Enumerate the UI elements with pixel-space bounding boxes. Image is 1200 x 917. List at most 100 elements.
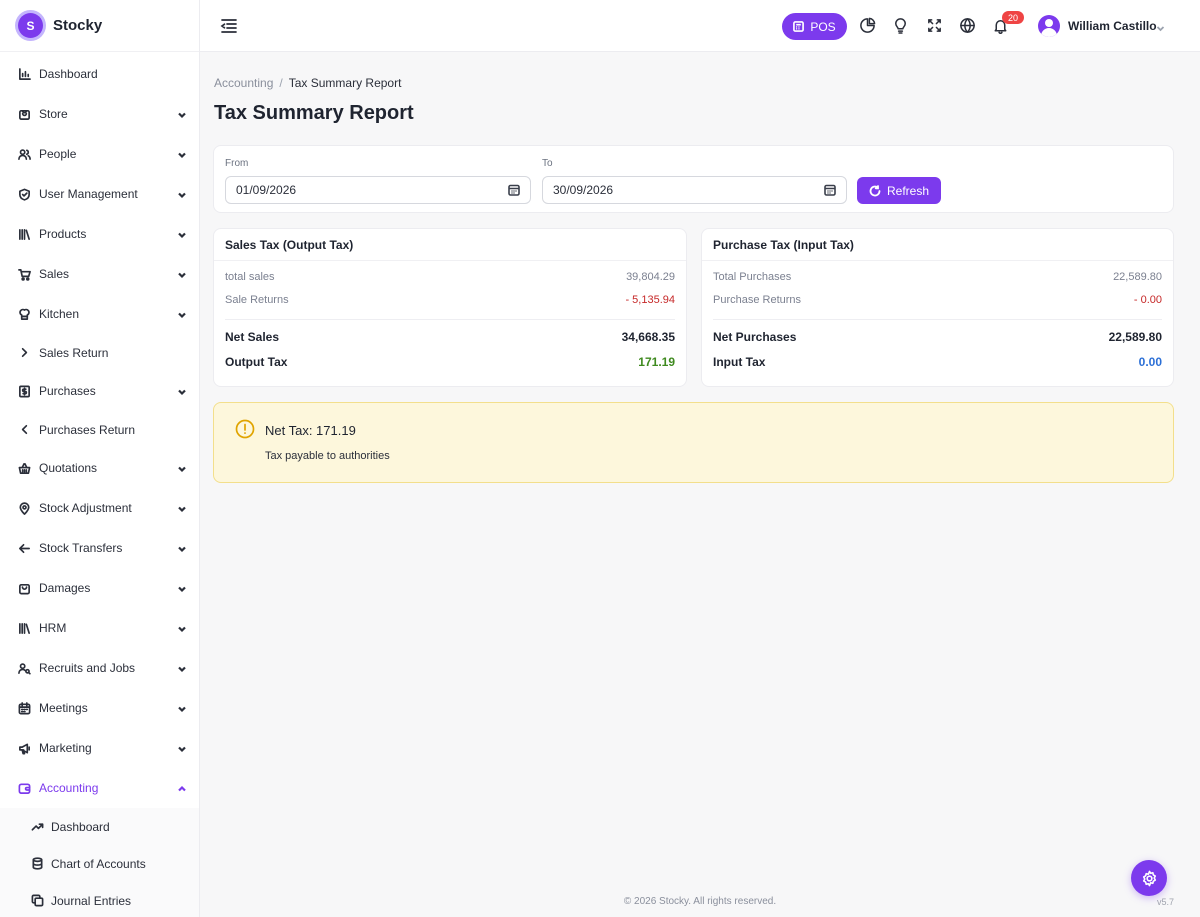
row-value: - 0.00 — [1133, 294, 1162, 306]
sidebar-item-quotations[interactable]: Quotations — [0, 448, 199, 488]
net-purchases-row: Net Purchases 22,589.80 — [713, 330, 1162, 344]
to-label: To — [542, 158, 553, 169]
sidebar-item-stock-adjustment[interactable]: Stock Adjustment — [0, 488, 199, 528]
library-icon — [17, 621, 31, 635]
sidebar-item-hrm[interactable]: HRM — [0, 608, 199, 648]
refresh-button[interactable]: Refresh — [857, 177, 941, 204]
refresh-icon — [869, 184, 881, 196]
sidebar-item-label: Quotations — [39, 461, 98, 475]
sidebar-item-store[interactable]: Store — [0, 94, 199, 134]
row-label: Total Purchases — [713, 271, 792, 283]
sidebar-subitem-label: Journal Entries — [51, 893, 132, 908]
sidebar-item-label: Dashboard — [39, 67, 98, 81]
cart-icon — [17, 267, 31, 281]
chevron-down-icon — [177, 109, 187, 119]
breadcrumb-parent[interactable]: Accounting — [214, 76, 273, 90]
chevron-up-icon — [177, 783, 187, 793]
row-label: Sale Returns — [225, 294, 289, 306]
sidebar-nav: Dashboard Store People User Management P… — [0, 52, 199, 917]
chevron-down-icon — [177, 663, 187, 673]
sidebar-item-accounting[interactable]: Accounting — [0, 768, 199, 808]
calendar-icon[interactable] — [508, 184, 520, 196]
pos-icon — [793, 21, 805, 32]
table-row: Sale Returns - 5,135.94 — [225, 294, 675, 306]
chevron-down-icon[interactable] — [1156, 22, 1165, 32]
net-sales-row: Net Sales 34,668.35 — [225, 330, 675, 344]
store-icon — [17, 107, 31, 121]
accounting-submenu: Dashboard Chart of Accounts Journal Entr… — [0, 808, 199, 917]
net-tax-alert: Net Tax: 171.19 Tax payable to authoriti… — [213, 402, 1174, 483]
input-tax-label: Input Tax — [713, 355, 766, 369]
sidebar-item-label: HRM — [39, 621, 67, 635]
breadcrumb-current: Tax Summary Report — [288, 76, 402, 90]
chevron-down-icon — [177, 229, 187, 239]
pie-chart-icon[interactable] — [859, 17, 877, 35]
breadcrumb: Accounting / Tax Summary Report — [214, 76, 401, 90]
purchase-tax-card: Purchase Tax (Input Tax) Total Purchases… — [701, 228, 1174, 387]
sidebar-item-stock-transfers[interactable]: Stock Transfers — [0, 528, 199, 568]
sidebar-subitem-label: Chart of Accounts — [51, 856, 146, 871]
sidebar-item-recruits-and-jobs[interactable]: Recruits and Jobs — [0, 648, 199, 688]
bag-icon — [17, 581, 31, 595]
table-row: Total Purchases 22,589.80 — [713, 271, 1162, 283]
menu-toggle-icon[interactable] — [220, 17, 238, 35]
sidebar-item-label: Store — [39, 107, 68, 121]
lightbulb-icon[interactable] — [892, 17, 910, 35]
row-value: 39,804.29 — [626, 271, 675, 283]
version-label: v5.7 — [1157, 897, 1175, 907]
sidebar-item-kitchen[interactable]: Kitchen — [0, 294, 199, 334]
avatar[interactable] — [1038, 15, 1060, 37]
sidebar-item-marketing[interactable]: Marketing — [0, 728, 199, 768]
arrow-left-icon — [17, 541, 31, 555]
sidebar-item-damages[interactable]: Damages — [0, 568, 199, 608]
topbar: POS 20 William Castillo — [200, 0, 1200, 52]
sidebar-item-meetings[interactable]: Meetings — [0, 688, 199, 728]
app-name: Stocky — [53, 17, 103, 34]
input-tax-row: Input Tax 0.00 — [713, 355, 1162, 369]
date-filter-card: From 01/09/2026 To 30/09/2026 Refresh — [213, 145, 1174, 213]
chevron-down-icon — [177, 703, 187, 713]
sidebar-item-purchases[interactable]: Purchases — [0, 371, 199, 411]
sidebar-item-label: Accounting — [39, 781, 99, 795]
users-icon — [17, 147, 31, 161]
from-label: From — [225, 158, 249, 169]
sidebar-item-people[interactable]: People — [0, 134, 199, 174]
sidebar-item-purchases-return[interactable]: Purchases Return — [0, 411, 199, 448]
sidebar-subitem-chart-of-accounts[interactable]: Chart of Accounts — [0, 845, 199, 882]
output-tax-row: Output Tax 171.19 — [225, 355, 675, 369]
sidebar-item-sales-return[interactable]: Sales Return — [0, 334, 199, 371]
shield-icon — [17, 187, 31, 201]
user-search-icon — [17, 661, 31, 675]
sidebar-item-products[interactable]: Products — [0, 214, 199, 254]
sidebar-item-dashboard[interactable]: Dashboard — [0, 54, 199, 94]
pos-label: POS — [810, 19, 836, 34]
chevron-down-icon — [177, 743, 187, 753]
sidebar-item-label: Meetings — [39, 701, 88, 715]
sidebar-subitem-dashboard[interactable]: Dashboard — [0, 808, 199, 845]
chevron-down-icon — [177, 189, 187, 199]
from-date-value: 01/09/2026 — [236, 183, 297, 197]
sidebar-item-label: Marketing — [39, 741, 92, 755]
sidebar-subitem-journal-entries[interactable]: Journal Entries — [0, 882, 199, 917]
brand[interactable]: S Stocky — [0, 0, 199, 52]
from-date-input[interactable]: 01/09/2026 — [225, 176, 531, 204]
calendar-icon — [17, 701, 31, 715]
table-row: total sales 39,804.29 — [225, 271, 675, 283]
sidebar-item-user-management[interactable]: User Management — [0, 174, 199, 214]
to-date-input[interactable]: 30/09/2026 — [542, 176, 847, 204]
sidebar-item-label: Stock Transfers — [39, 541, 123, 555]
sidebar-item-sales[interactable]: Sales — [0, 254, 199, 294]
sidebar-item-label: User Management — [39, 187, 138, 201]
calendar-icon[interactable] — [824, 184, 836, 196]
alert-circle-icon — [235, 419, 255, 439]
globe-icon[interactable] — [959, 17, 977, 35]
chevron-down-icon — [177, 583, 187, 593]
user-name[interactable]: William Castillo — [1068, 19, 1157, 33]
input-tax-value: 0.00 — [1138, 355, 1162, 369]
output-tax-value: 171.19 — [638, 355, 675, 369]
net-tax-message: Tax payable to authorities — [265, 450, 390, 462]
pos-button[interactable]: POS — [782, 13, 847, 40]
fullscreen-icon[interactable] — [926, 17, 944, 35]
settings-button[interactable] — [1131, 860, 1167, 896]
chevron-down-icon — [177, 543, 187, 553]
